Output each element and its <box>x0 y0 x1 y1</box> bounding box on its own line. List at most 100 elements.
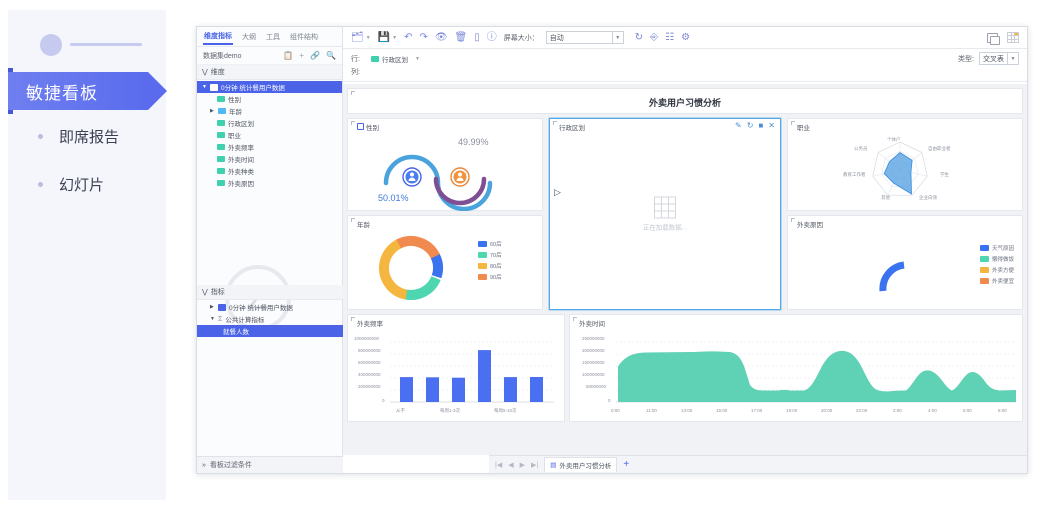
promo-tab-active[interactable]: 敏捷看板 <box>8 72 148 110</box>
next-page-button[interactable]: ▶ <box>520 461 525 469</box>
edit-icon[interactable]: ✎ <box>735 122 742 130</box>
refresh-icon[interactable]: ↻ <box>747 122 754 130</box>
info-icon[interactable]: ⓘ <box>487 33 497 43</box>
y-tick-label: 150000000 <box>582 360 605 365</box>
card-ordertime[interactable]: 外卖时间 250000000 200000000 <box>569 314 1023 422</box>
section-header-dimension[interactable]: ⋁ 维度 <box>197 65 342 80</box>
add-icon[interactable]: + <box>299 51 304 60</box>
card-title: 行政区划 <box>559 122 585 132</box>
tab-outline[interactable]: 大纲 <box>241 30 257 44</box>
sheet-tab-active[interactable]: ▤ 外卖用户习惯分析 <box>544 457 617 472</box>
tree-node-label: 就餐人数 <box>223 326 249 336</box>
chevron-down-icon[interactable]: ▼ <box>415 56 420 62</box>
delete-icon[interactable]: 🗑 <box>455 33 468 43</box>
card-reason[interactable]: 外卖原因 天气原因 懒得做饭 外卖方便 外卖便宜 <box>787 215 1023 310</box>
x-tick-label: 4:00 <box>928 408 937 413</box>
caret-down-icon[interactable]: ▼ <box>210 316 215 322</box>
caret-right-icon[interactable]: ▶ <box>210 304 215 310</box>
last-page-button[interactable]: ▶| <box>531 461 538 469</box>
chevron-down-icon[interactable]: ▼ <box>392 35 397 41</box>
tree-node-dataset-root[interactable]: ▼ 0分钟 统计餐用户数据 <box>197 81 342 93</box>
gender-label-male: 50.01% <box>378 193 409 203</box>
tab-label: 维度指标 <box>204 33 232 40</box>
maximize-icon[interactable]: ■ <box>758 122 763 130</box>
tree-node-age[interactable]: ▶ 年龄 <box>197 105 342 117</box>
settings-icon[interactable]: ⚙ <box>681 33 690 43</box>
tree-node-frequency[interactable]: 外卖频率 <box>197 141 342 153</box>
dataset-icon <box>218 304 226 311</box>
tab-dimensions-measures[interactable]: 维度指标 <box>203 29 233 45</box>
tree-node-category[interactable]: 外卖种类 <box>197 165 342 177</box>
chevron-down-icon[interactable]: ▼ <box>366 35 371 41</box>
save-icon[interactable]: 💾 <box>378 33 390 43</box>
preview-icon[interactable]: 👁 <box>435 33 448 43</box>
card-frequency[interactable]: 外卖频率 <box>347 314 565 422</box>
card-title: 年龄 <box>357 219 370 229</box>
redo-icon[interactable]: ↷ <box>419 33 427 43</box>
x-tick-label: 8:00 <box>998 408 1007 413</box>
refresh-icon[interactable]: ↻ <box>635 33 643 43</box>
text-field-icon <box>217 168 225 174</box>
promo-item-slides[interactable]: 幻灯片 <box>38 174 104 195</box>
tree-node-dining-count[interactable]: 就餐人数 <box>197 325 343 337</box>
window-icon[interactable] <box>987 33 998 43</box>
tree-node-occupation[interactable]: 职业 <box>197 129 342 141</box>
chart-type-select[interactable]: 交叉表 ▼ <box>979 52 1019 65</box>
insert-icon[interactable]: ▯ <box>474 33 480 43</box>
legend-label: 外卖方便 <box>992 266 1014 274</box>
tree-node-gender[interactable]: 性别 <box>197 93 342 105</box>
tab-tools[interactable]: 工具 <box>265 30 281 44</box>
card-region[interactable]: 行政区划 ✎ ↻ ■ ✕ 正在加载数据... ▷ <box>549 118 781 310</box>
prev-page-button[interactable]: ◀ <box>508 461 513 469</box>
chart-type-marker-icon <box>357 123 364 130</box>
card-occupation[interactable]: 职业 <box>787 118 1023 211</box>
layout-icon[interactable]: ☷ <box>665 33 674 43</box>
tab-component-structure[interactable]: 组件结构 <box>289 30 319 44</box>
link-icon[interactable]: 🔗 <box>310 51 320 60</box>
tree-node-label: 外卖原因 <box>228 178 254 188</box>
bullet-icon <box>38 182 43 187</box>
caret-right-icon[interactable]: ▶ <box>210 108 215 114</box>
tree-node-common-calc[interactable]: ▼ Σ 公共计算指标 <box>197 313 343 325</box>
text-field-icon <box>217 120 225 126</box>
open-file-icon[interactable]: 🗂 <box>351 33 364 43</box>
dashboard-title-card[interactable]: 外卖用户习惯分析 <box>347 88 1023 114</box>
undo-icon[interactable]: ↶ <box>404 33 412 43</box>
y-tick-label: 250000000 <box>582 336 605 341</box>
tree-node-measure-dataset[interactable]: ▶ 0分钟 统计餐用户数据 <box>197 301 343 313</box>
legend-swatch <box>980 256 989 262</box>
chevron-down-icon: ⋁ <box>202 68 208 76</box>
dashboard-filter-label: 看板过滤条件 <box>210 460 252 470</box>
dashboard-icon: ▤ <box>550 461 556 469</box>
shelf-pill-region[interactable]: 行政区划 ▼ <box>368 54 423 64</box>
screen-size-value: 自动 <box>550 33 564 43</box>
screen-size-select[interactable]: 自动 ▼ <box>546 31 624 44</box>
resize-corner-icon <box>573 317 577 321</box>
legend-label: 外卖便宜 <box>992 277 1014 285</box>
rows-label: 行: <box>351 54 363 64</box>
tab-label: 工具 <box>266 34 280 41</box>
legend-swatch <box>478 241 487 247</box>
legend-swatch <box>980 267 989 273</box>
palette-icon[interactable] <box>1007 32 1019 43</box>
grid-icon <box>654 197 676 219</box>
dashboard-filter-bar[interactable]: » 看板过滤条件 <box>197 456 343 473</box>
first-page-button[interactable]: |◀ <box>495 461 502 469</box>
export-icon[interactable]: ⎆ <box>650 33 658 43</box>
tree-node-region[interactable]: 行政区划 <box>197 117 342 129</box>
datasource-row[interactable]: 数据集demo 📋 + 🔗 🔍 <box>197 47 342 65</box>
tree-node-reason[interactable]: 外卖原因 <box>197 177 342 189</box>
tree-node-ordertime[interactable]: 外卖时间 <box>197 153 342 165</box>
search-icon[interactable]: 🔍 <box>326 51 336 60</box>
card-gender[interactable]: 性别 <box>347 118 543 211</box>
copy-icon[interactable]: 📋 <box>283 51 293 60</box>
promo-item-adhoc-report[interactable]: 即席报告 <box>38 126 119 147</box>
bullet-icon <box>38 134 43 139</box>
add-sheet-button[interactable]: + <box>623 460 629 470</box>
close-icon[interactable]: ✕ <box>768 122 775 130</box>
card-title: 外卖时间 <box>579 318 605 328</box>
mouse-cursor-icon: ▷ <box>554 187 561 198</box>
text-field-icon <box>371 56 379 62</box>
section-header-measure[interactable]: ⋁ 指标 <box>197 285 343 300</box>
card-age[interactable]: 年龄 60后 70后 80后 90后 <box>347 215 543 310</box>
